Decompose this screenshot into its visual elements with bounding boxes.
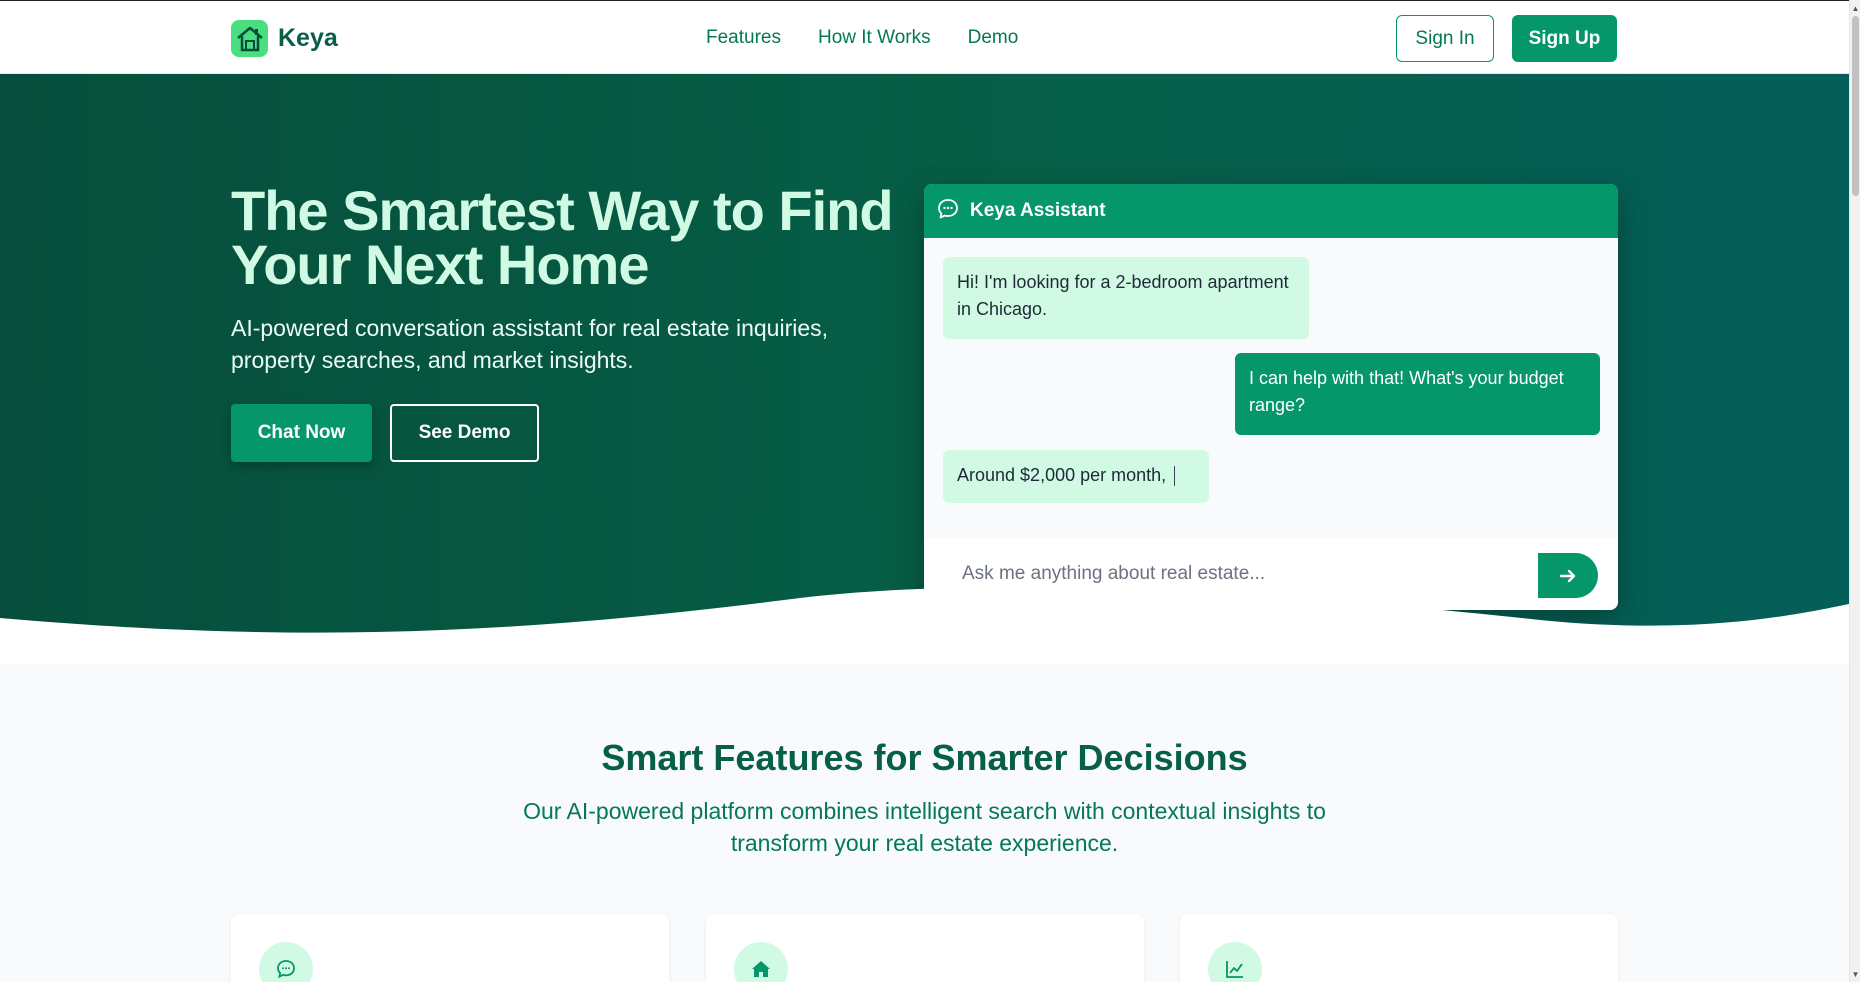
- feature-card-chat: [231, 914, 669, 982]
- typing-text: Around $2,000 per month,: [957, 465, 1167, 485]
- brand-name: Keya: [278, 24, 338, 52]
- feature-card-home: [706, 914, 1144, 982]
- sign-up-button[interactable]: Sign Up: [1512, 15, 1617, 62]
- nav-link-how-it-works[interactable]: How It Works: [818, 27, 931, 49]
- chart-line-icon: [1208, 942, 1262, 982]
- scroll-up-arrow-icon[interactable]: ▲: [1850, 2, 1860, 14]
- brand[interactable]: Keya: [231, 20, 338, 57]
- page-scrollbar[interactable]: ▲ ▼: [1849, 0, 1860, 982]
- chat-message-assistant: I can help with that! What's your budget…: [1235, 353, 1600, 435]
- nav-links: Features How It Works Demo: [706, 27, 1018, 49]
- top-nav: Keya Features How It Works Demo Sign In …: [0, 0, 1849, 74]
- hero-title: The Smartest Way to Find Your Next Home: [231, 179, 894, 296]
- chat-bubble-icon: [259, 942, 313, 982]
- features-subtitle: Our AI-powered platform combines intelli…: [0, 795, 1849, 859]
- home-icon: [734, 942, 788, 982]
- chat-message-user: Hi! I'm looking for a 2-bedroom apartmen…: [943, 257, 1309, 339]
- typing-caret: [1174, 466, 1176, 487]
- feature-card-insights: [1180, 914, 1618, 982]
- chat-title: Keya Assistant: [970, 200, 1106, 221]
- chat-message-user-typing: Around $2,000 per month,: [943, 450, 1209, 503]
- chat-header: Keya Assistant: [924, 184, 1618, 238]
- features-subtitle-line1: Our AI-powered platform combines intelli…: [523, 798, 1326, 824]
- chat-widget: Keya Assistant Hi! I'm looking for a 2-b…: [924, 184, 1618, 610]
- scroll-thumb[interactable]: [1852, 16, 1859, 196]
- chat-bubble-icon: [936, 197, 960, 226]
- features-subtitle-line2: transform your real estate experience.: [730, 830, 1119, 856]
- house-logo-icon: [231, 20, 268, 57]
- hero-subtitle: AI-powered conversation assistant for re…: [231, 315, 829, 373]
- chat-now-button[interactable]: Chat Now: [231, 404, 372, 462]
- chat-messages: Hi! I'm looking for a 2-bedroom apartmen…: [924, 238, 1618, 538]
- hero-wave-divider: [0, 587, 1849, 664]
- scroll-down-arrow-icon[interactable]: ▼: [1850, 968, 1860, 980]
- see-demo-button[interactable]: See Demo: [390, 404, 539, 462]
- features-title: Smart Features for Smarter Decisions: [601, 737, 1248, 778]
- hero-section: The Smartest Way to Find Your Next Home …: [0, 74, 1849, 664]
- nav-link-features[interactable]: Features: [706, 27, 781, 49]
- features-section: Smart Features for Smarter Decisions Our…: [0, 664, 1849, 982]
- nav-link-demo[interactable]: Demo: [968, 27, 1019, 49]
- sign-in-button[interactable]: Sign In: [1396, 15, 1494, 62]
